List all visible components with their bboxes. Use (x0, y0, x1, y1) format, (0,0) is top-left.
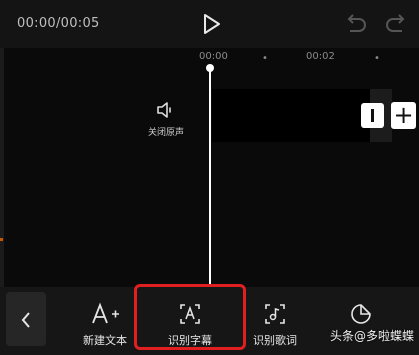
playhead[interactable] (209, 68, 211, 290)
chevron-left-icon (21, 312, 30, 328)
redo-icon[interactable] (384, 13, 408, 35)
sticker-icon (326, 300, 396, 328)
new-text-tool[interactable]: 新建文本 (70, 290, 140, 350)
undo-icon[interactable] (344, 13, 368, 35)
time-display: 00:00/00:05 (17, 16, 100, 31)
highlight-box (134, 284, 246, 350)
left-edge-strip (0, 48, 4, 288)
watermark: 头条@多啦蝶蝶 (330, 329, 415, 343)
ruler-dot: • (262, 53, 268, 64)
ruler-tick: 00:00 (199, 51, 228, 62)
ruler-dot: • (374, 53, 380, 64)
edge-marker (0, 238, 3, 241)
mute-label: 关闭原声 (147, 128, 184, 138)
clip-split-handle[interactable] (361, 103, 384, 128)
recognize-lyrics-tool[interactable]: 识别歌词 (240, 290, 310, 350)
play-icon[interactable] (197, 12, 225, 36)
back-button[interactable] (6, 292, 46, 346)
add-clip-button[interactable]: + (391, 102, 416, 129)
speaker-icon (154, 99, 178, 121)
video-track-clip[interactable] (212, 89, 370, 142)
tool-label: 识别歌词 (253, 334, 297, 347)
top-bar: 00:00/00:05 (0, 0, 419, 48)
mute-original-sound-button[interactable]: 关闭原声 (141, 97, 191, 143)
recognize-lyrics-icon (240, 300, 310, 328)
add-text-icon (70, 300, 140, 328)
tool-label: 新建文本 (83, 334, 127, 347)
ruler-tick: 00:02 (306, 51, 335, 62)
